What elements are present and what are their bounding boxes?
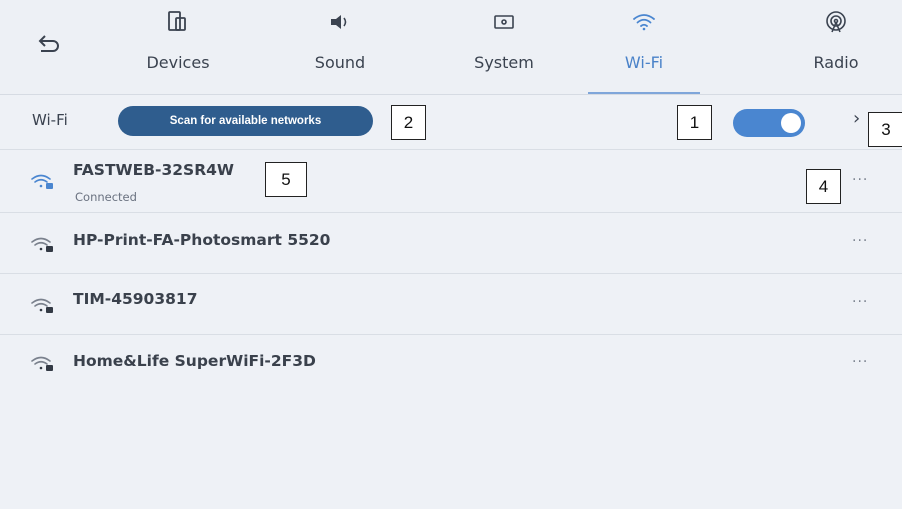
network-status: Connected: [75, 190, 137, 204]
tab-devices[interactable]: Devices: [128, 6, 228, 92]
back-arrow-icon[interactable]: [36, 32, 62, 58]
annotation-marker: 5: [265, 162, 307, 197]
more-options-icon[interactable]: ···: [852, 294, 868, 310]
annotation-marker: 1: [677, 105, 712, 140]
wifi-locked-icon: [31, 298, 53, 313]
wifi-locked-icon: [31, 356, 53, 371]
more-options-icon[interactable]: ···: [852, 172, 868, 188]
network-name: Home&Life SuperWiFi-2F3D: [73, 352, 316, 370]
wifi-label: Wi-Fi: [32, 111, 68, 129]
more-options-icon[interactable]: ···: [852, 354, 868, 370]
tab-label: Devices: [146, 53, 210, 72]
network-name: FASTWEB-32SR4W: [73, 161, 235, 179]
radio-icon: [786, 6, 886, 38]
wifi-locked-icon: [31, 174, 53, 189]
tab-sound[interactable]: Sound: [290, 6, 390, 92]
chevron-right-icon[interactable]: ›: [853, 108, 860, 129]
wifi-toggle[interactable]: [733, 109, 805, 137]
wifi-locked-icon: [31, 237, 53, 252]
tab-radio[interactable]: Radio: [786, 6, 886, 92]
tab-label: Wi-Fi: [624, 53, 664, 72]
tab-label: System: [474, 53, 534, 72]
system-icon: [454, 6, 554, 38]
devices-icon: [128, 6, 228, 38]
network-name: HP-Print-FA-Photosmart 5520: [73, 231, 331, 249]
network-item[interactable]: Home&Life SuperWiFi-2F3D ···: [0, 332, 902, 392]
wifi-icon: [588, 6, 700, 38]
more-options-icon[interactable]: ···: [852, 233, 868, 249]
tab-wifi[interactable]: Wi-Fi: [588, 6, 700, 94]
network-item[interactable]: TIM-45903817 ···: [0, 274, 902, 335]
toggle-knob: [781, 113, 801, 133]
network-name: TIM-45903817: [73, 290, 198, 308]
tab-label: Sound: [314, 53, 366, 72]
network-item[interactable]: HP-Print-FA-Photosmart 5520 ···: [0, 213, 902, 274]
top-nav: Devices Sound System Wi-Fi Radio: [0, 0, 902, 95]
network-item[interactable]: FASTWEB-32SR4W Connected 5 4 ···: [0, 150, 902, 213]
tab-label: Radio: [813, 53, 859, 72]
tab-system[interactable]: System: [454, 6, 554, 92]
annotation-marker: 3: [868, 112, 902, 147]
annotation-marker: 4: [806, 169, 841, 204]
scan-networks-button[interactable]: Scan for available networks: [118, 106, 373, 136]
speaker-icon: [290, 6, 390, 38]
annotation-marker: 2: [391, 105, 426, 140]
